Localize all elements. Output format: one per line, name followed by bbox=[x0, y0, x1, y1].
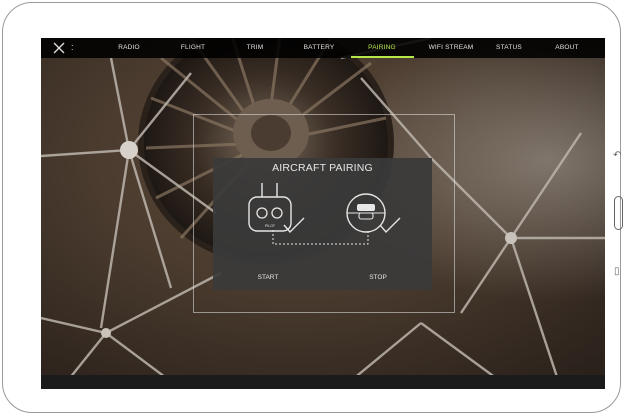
start-button[interactable]: START bbox=[253, 271, 283, 285]
tab-battery[interactable]: BATTERY bbox=[294, 38, 344, 58]
app-screen: : RADIO FLIGHT TRIM BATTERY PAIRING WIFI… bbox=[41, 38, 605, 389]
tab-wifi-stream[interactable]: WIFI STREAM bbox=[421, 38, 481, 58]
more-icon[interactable]: : bbox=[71, 41, 74, 53]
top-navbar: : RADIO FLIGHT TRIM BATTERY PAIRING WIFI… bbox=[41, 38, 605, 58]
tab-flight[interactable]: FLIGHT bbox=[171, 38, 215, 58]
home-button[interactable] bbox=[614, 196, 623, 230]
tab-radio[interactable]: RADIO bbox=[109, 38, 149, 58]
pairing-connector bbox=[272, 230, 369, 245]
bottom-bar bbox=[41, 375, 605, 389]
tab-pairing[interactable]: PAIRING bbox=[357, 38, 407, 58]
close-icon[interactable] bbox=[52, 41, 66, 55]
aircraft-pairing-dialog: AIRCRAFT PAIRING PILOT START STOP bbox=[213, 158, 432, 290]
remote-label: PILOT bbox=[265, 224, 276, 228]
tab-trim[interactable]: TRIM bbox=[237, 38, 273, 58]
aircraft-icon bbox=[346, 193, 401, 234]
back-icon[interactable]: ↶ bbox=[613, 150, 621, 161]
tab-status[interactable]: STATUS bbox=[487, 38, 531, 58]
active-tab-indicator bbox=[351, 56, 414, 58]
dialog-title: AIRCRAFT PAIRING bbox=[272, 162, 373, 174]
tab-about[interactable]: ABOUT bbox=[545, 38, 589, 58]
stop-button[interactable]: STOP bbox=[363, 271, 393, 285]
recent-apps-icon[interactable]: ▯ bbox=[614, 266, 620, 277]
remote-controller-icon: PILOT bbox=[248, 183, 305, 234]
